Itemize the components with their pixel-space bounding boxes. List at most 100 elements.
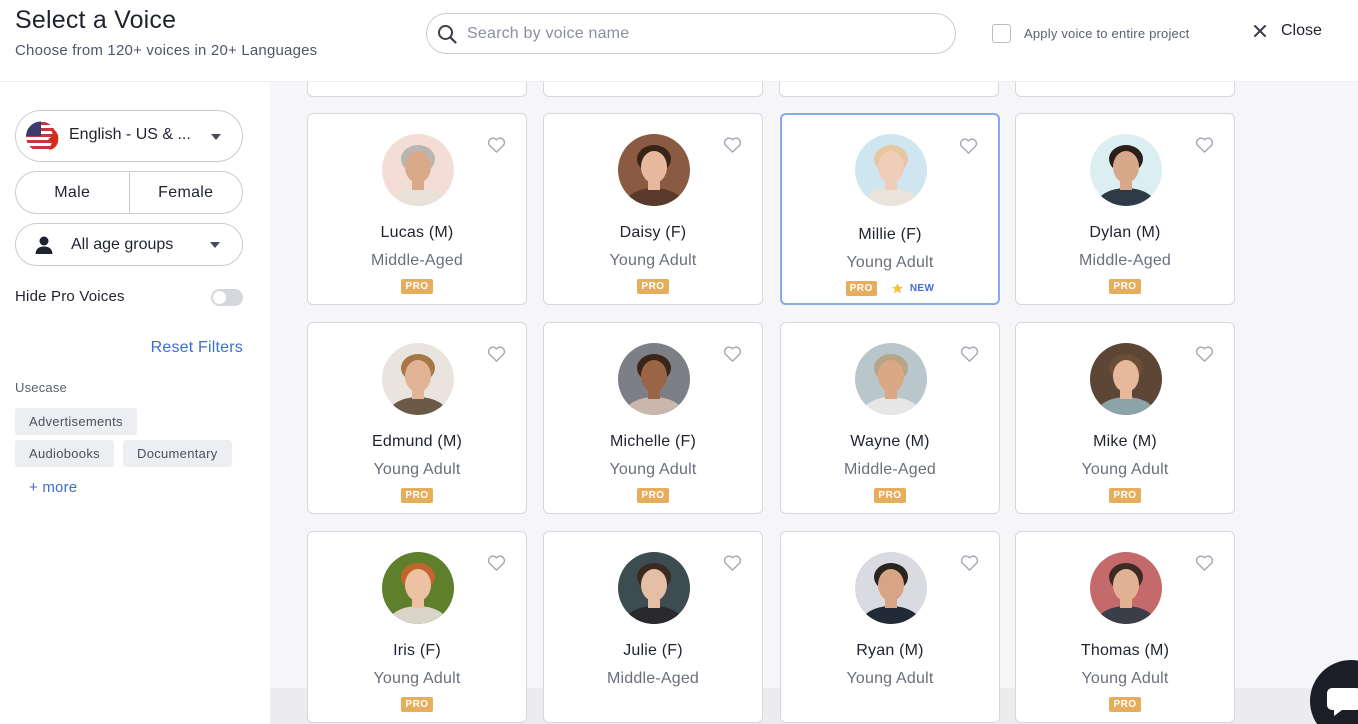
favorite-heart-icon[interactable]: [1195, 345, 1214, 363]
voice-avatar: [382, 134, 454, 206]
voice-card-partial[interactable]: [1015, 82, 1235, 97]
toggle-knob: [213, 291, 226, 304]
close-icon: [1254, 25, 1266, 37]
favorite-heart-icon[interactable]: [723, 136, 742, 154]
hide-pro-toggle[interactable]: [211, 289, 243, 306]
voice-card[interactable]: Thomas (M) Young Adult PRO: [1015, 531, 1235, 723]
usecase-tag-advertisements[interactable]: Advertisements: [15, 408, 137, 435]
favorite-heart-icon[interactable]: [723, 345, 742, 363]
pro-badge: PRO: [637, 279, 669, 294]
voice-card[interactable]: Wayne (M) Middle-Aged PRO: [780, 322, 1000, 514]
voice-badges: PRO: [544, 279, 762, 294]
voice-name: Wayne (M): [850, 433, 930, 450]
apply-label: Apply voice to entire project: [1024, 26, 1190, 41]
voice-age-group: Young Adult: [373, 670, 461, 687]
voice-badges: PRO: [308, 279, 526, 294]
pro-badge: PRO: [401, 279, 433, 294]
voice-card-partial[interactable]: [543, 82, 763, 97]
chevron-down-icon: [210, 242, 220, 248]
voice-card[interactable]: Dylan (M) Middle-Aged PRO: [1015, 113, 1235, 305]
voice-card[interactable]: Edmund (M) Young Adult PRO: [307, 322, 527, 514]
us-canada-flag-icon: [26, 121, 59, 152]
age-group-dropdown[interactable]: All age groups: [15, 223, 243, 266]
voice-avatar: [1090, 343, 1162, 415]
close-button[interactable]: Close: [1252, 22, 1322, 40]
voice-card-partial[interactable]: [307, 82, 527, 97]
favorite-heart-icon[interactable]: [723, 554, 742, 572]
voice-badges: PRO: [1016, 488, 1234, 503]
voice-card[interactable]: Millie (F) Young Adult PRO NEW: [780, 113, 1000, 305]
favorite-heart-icon[interactable]: [959, 137, 978, 155]
voice-card[interactable]: Lucas (M) Middle-Aged PRO: [307, 113, 527, 305]
apply-to-project[interactable]: Apply voice to entire project: [992, 24, 1190, 43]
voice-name: Mike (M): [1093, 433, 1157, 450]
header: Select a Voice Choose from 120+ voices i…: [0, 0, 1358, 82]
gender-female-option[interactable]: Female: [128, 172, 243, 213]
filters-sidebar: English - US & ... Male Female All age g…: [0, 82, 270, 724]
voice-age-group: Young Adult: [373, 461, 461, 478]
voice-name: Julie (F): [623, 642, 683, 659]
voice-card[interactable]: Daisy (F) Young Adult PRO: [543, 113, 763, 305]
voice-age-group: Middle-Aged: [1078, 252, 1172, 269]
voice-badges: PRO NEW: [782, 281, 998, 296]
chat-widget-button[interactable]: [1310, 660, 1358, 724]
favorite-heart-icon[interactable]: [487, 345, 506, 363]
favorite-heart-icon[interactable]: [487, 554, 506, 572]
favorite-heart-icon[interactable]: [487, 136, 506, 154]
language-label: English - US & ...: [69, 126, 191, 143]
voice-name: Edmund (M): [371, 433, 463, 450]
favorite-heart-icon[interactable]: [1195, 554, 1214, 572]
more-usecases-link[interactable]: + more: [29, 479, 77, 496]
person-icon: [35, 236, 53, 254]
usecase-tag-audiobooks[interactable]: Audiobooks: [15, 440, 114, 467]
age-group-label: All age groups: [71, 236, 174, 253]
voice-card[interactable]: Michelle (F) Young Adult PRO: [543, 322, 763, 514]
voice-avatar: [382, 343, 454, 415]
search-icon: [438, 25, 457, 44]
chevron-down-icon: [211, 134, 221, 140]
voice-age-group: Young Adult: [846, 254, 934, 271]
pro-badge: PRO: [1109, 488, 1141, 503]
usecase-heading: Usecase: [15, 380, 67, 395]
voice-badges: PRO: [1016, 697, 1234, 712]
pro-badge: PRO: [401, 697, 433, 712]
voice-card[interactable]: Iris (F) Young Adult PRO: [307, 531, 527, 723]
search-input[interactable]: [467, 20, 937, 48]
voice-name: Lucas (M): [380, 224, 454, 241]
voice-badges: PRO: [308, 488, 526, 503]
new-label: NEW: [909, 283, 935, 294]
apply-checkbox[interactable]: [992, 24, 1011, 43]
voice-card[interactable]: Mike (M) Young Adult PRO: [1015, 322, 1235, 514]
page-subtitle: Choose from 120+ voices in 20+ Languages: [15, 42, 318, 59]
favorite-heart-icon[interactable]: [960, 554, 979, 572]
new-badge: NEW: [891, 282, 935, 295]
gender-toggle: Male Female: [15, 171, 243, 214]
voice-badges: PRO: [1016, 279, 1234, 294]
reset-filters-link[interactable]: Reset Filters: [151, 339, 243, 357]
voice-avatar: [1090, 134, 1162, 206]
voice-name: Michelle (F): [610, 433, 696, 450]
favorite-heart-icon[interactable]: [960, 345, 979, 363]
voice-badges: PRO: [308, 697, 526, 712]
favorite-heart-icon[interactable]: [1195, 136, 1214, 154]
voice-avatar: [855, 552, 927, 624]
voice-age-group: Middle-Aged: [370, 252, 464, 269]
voice-avatar: [618, 134, 690, 206]
star-icon: [891, 282, 903, 294]
search-box[interactable]: [426, 13, 956, 54]
gender-male-option[interactable]: Male: [16, 172, 129, 213]
voice-name: Daisy (F): [619, 224, 687, 241]
language-dropdown[interactable]: English - US & ...: [15, 110, 243, 162]
voice-age-group: Young Adult: [609, 252, 697, 269]
voice-card-partial[interactable]: [779, 82, 999, 97]
voice-card[interactable]: Julie (F) Middle-Aged: [543, 531, 763, 723]
voice-badges: PRO: [544, 488, 762, 503]
voice-grid: Lucas (M) Middle-Aged PRO Daisy (F) Young A…: [270, 82, 1358, 724]
usecase-tag-documentary[interactable]: Documentary: [123, 440, 232, 467]
voice-avatar: [382, 552, 454, 624]
voice-avatar: [855, 343, 927, 415]
pro-badge: PRO: [1109, 279, 1141, 294]
voice-name: Iris (F): [393, 642, 441, 659]
page-title: Select a Voice: [15, 6, 177, 34]
voice-card[interactable]: Ryan (M) Young Adult: [780, 531, 1000, 723]
